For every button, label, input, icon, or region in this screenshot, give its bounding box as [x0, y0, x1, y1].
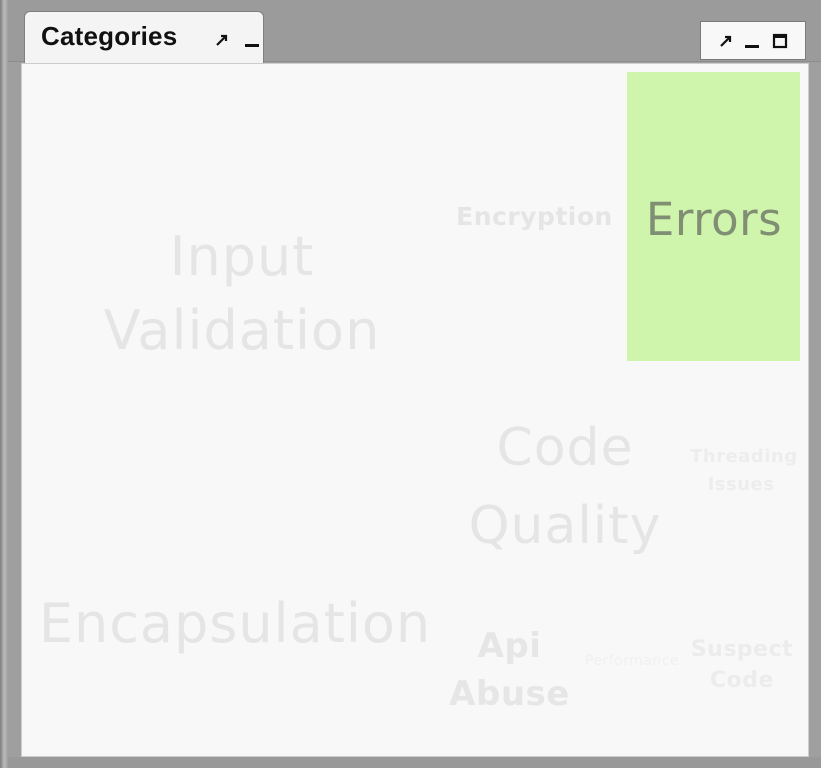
category-code-quality-label: Code Quality	[468, 418, 662, 556]
category-suspect-code-label: Suspect Code	[690, 637, 794, 693]
panel-window-controls	[700, 21, 806, 60]
category-threading-issues[interactable]: Threading Issues	[690, 443, 797, 499]
category-errors[interactable]: Errors	[633, 197, 795, 242]
window-bottom-shadow	[8, 757, 821, 768]
categories-tab[interactable]: Categories	[24, 11, 264, 63]
window-left-edge	[0, 0, 8, 768]
category-input-validation[interactable]: Input Validation	[97, 220, 387, 368]
category-encryption[interactable]: Encryption	[452, 204, 617, 229]
minimize-icon[interactable]	[243, 31, 261, 49]
category-suspect-code[interactable]: Suspect Code	[690, 634, 794, 696]
category-api-abuse[interactable]: Api Abuse	[447, 622, 572, 718]
category-performance[interactable]: Performance	[577, 654, 687, 668]
category-encapsulation[interactable]: Encapsulation	[35, 597, 435, 651]
category-threading-issues-label: Threading Issues	[690, 446, 798, 495]
minimize-icon[interactable]	[743, 32, 761, 50]
tab-strip: Categories	[8, 0, 821, 63]
maximize-icon[interactable]	[717, 32, 735, 50]
category-code-quality[interactable]: Code Quality	[451, 409, 679, 565]
category-cloud-panel: Errors Encryption Input Validation Code Qu…	[21, 63, 809, 757]
square-icon[interactable]	[771, 32, 789, 50]
maximize-icon[interactable]	[213, 31, 231, 49]
categories-window: Categories Errors Encryption Input Valid…	[0, 0, 821, 768]
tab-title: Categories	[41, 21, 178, 51]
category-input-validation-label: Input Validation	[103, 225, 381, 362]
category-api-abuse-label: Api Abuse	[449, 626, 570, 714]
